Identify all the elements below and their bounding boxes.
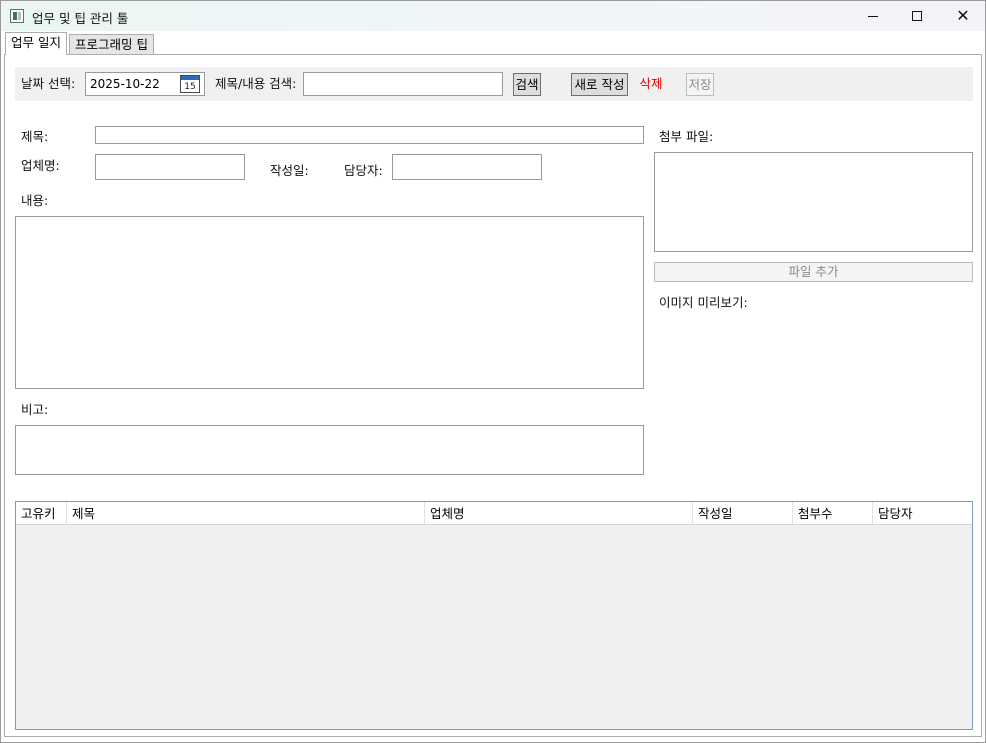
column-header-date[interactable]: 작성일 xyxy=(693,502,793,525)
content-textarea[interactable] xyxy=(15,216,644,389)
image-preview-label: 이미지 미리보기: xyxy=(659,295,748,310)
date-select-label: 날짜 선택: xyxy=(21,76,76,91)
company-field[interactable] xyxy=(95,154,245,180)
title-bar[interactable]: 업무 및 팁 관리 툴 ✕ xyxy=(1,1,985,31)
close-icon: ✕ xyxy=(956,6,970,25)
search-label: 제목/내용 검색: xyxy=(215,76,297,91)
app-window: 업무 및 팁 관리 툴 ✕ 업무 일지 프로그래밍 팁 날짜 선택: 2025-… xyxy=(0,0,986,743)
date-picker[interactable]: 2025-10-22 15 xyxy=(85,72,205,96)
add-file-button[interactable]: 파일 추가 xyxy=(654,262,973,282)
column-header-manager[interactable]: 담당자 xyxy=(873,502,972,525)
content-label: 내용: xyxy=(21,193,49,208)
title-label: 제목: xyxy=(21,129,49,144)
attachments-label: 첨부 파일: xyxy=(659,129,714,144)
delete-button[interactable]: 삭제 xyxy=(637,73,665,96)
attachments-list[interactable] xyxy=(654,152,973,252)
table-header: 고유키 제목 업체명 작성일 첨부수 담당자 xyxy=(16,502,972,525)
maximize-button[interactable] xyxy=(894,1,940,31)
column-header-id[interactable]: 고유키 xyxy=(16,502,67,525)
new-entry-button[interactable]: 새로 작성 xyxy=(571,73,628,96)
minimize-button[interactable] xyxy=(850,1,896,31)
search-button[interactable]: 검색 xyxy=(513,73,541,96)
manager-field[interactable] xyxy=(392,154,542,180)
title-field[interactable] xyxy=(95,126,644,144)
maximize-icon xyxy=(912,11,922,21)
tab-programming-tips[interactable]: 프로그래밍 팁 xyxy=(69,34,154,55)
date-picker-value: 2025-10-22 xyxy=(90,77,160,91)
note-textarea[interactable] xyxy=(15,425,644,475)
company-label: 업체명: xyxy=(21,158,60,173)
window-title: 업무 및 팁 관리 툴 xyxy=(32,11,129,26)
search-input[interactable] xyxy=(303,72,503,96)
column-header-title[interactable]: 제목 xyxy=(67,502,425,525)
app-icon xyxy=(10,9,24,23)
written-date-label: 작성일: xyxy=(270,163,309,178)
save-button[interactable]: 저장 xyxy=(686,73,714,96)
manager-label: 담당자: xyxy=(344,163,383,178)
minimize-icon xyxy=(868,15,878,17)
column-header-attachment-count[interactable]: 첨부수 xyxy=(793,502,873,525)
tab-work-log[interactable]: 업무 일지 xyxy=(5,32,67,55)
column-header-company[interactable]: 업체명 xyxy=(425,502,693,525)
note-label: 비고: xyxy=(21,402,49,417)
calendar-icon[interactable]: 15 xyxy=(180,75,200,93)
close-button[interactable]: ✕ xyxy=(940,1,986,31)
entries-table[interactable]: 고유키 제목 업체명 작성일 첨부수 담당자 xyxy=(15,501,973,730)
